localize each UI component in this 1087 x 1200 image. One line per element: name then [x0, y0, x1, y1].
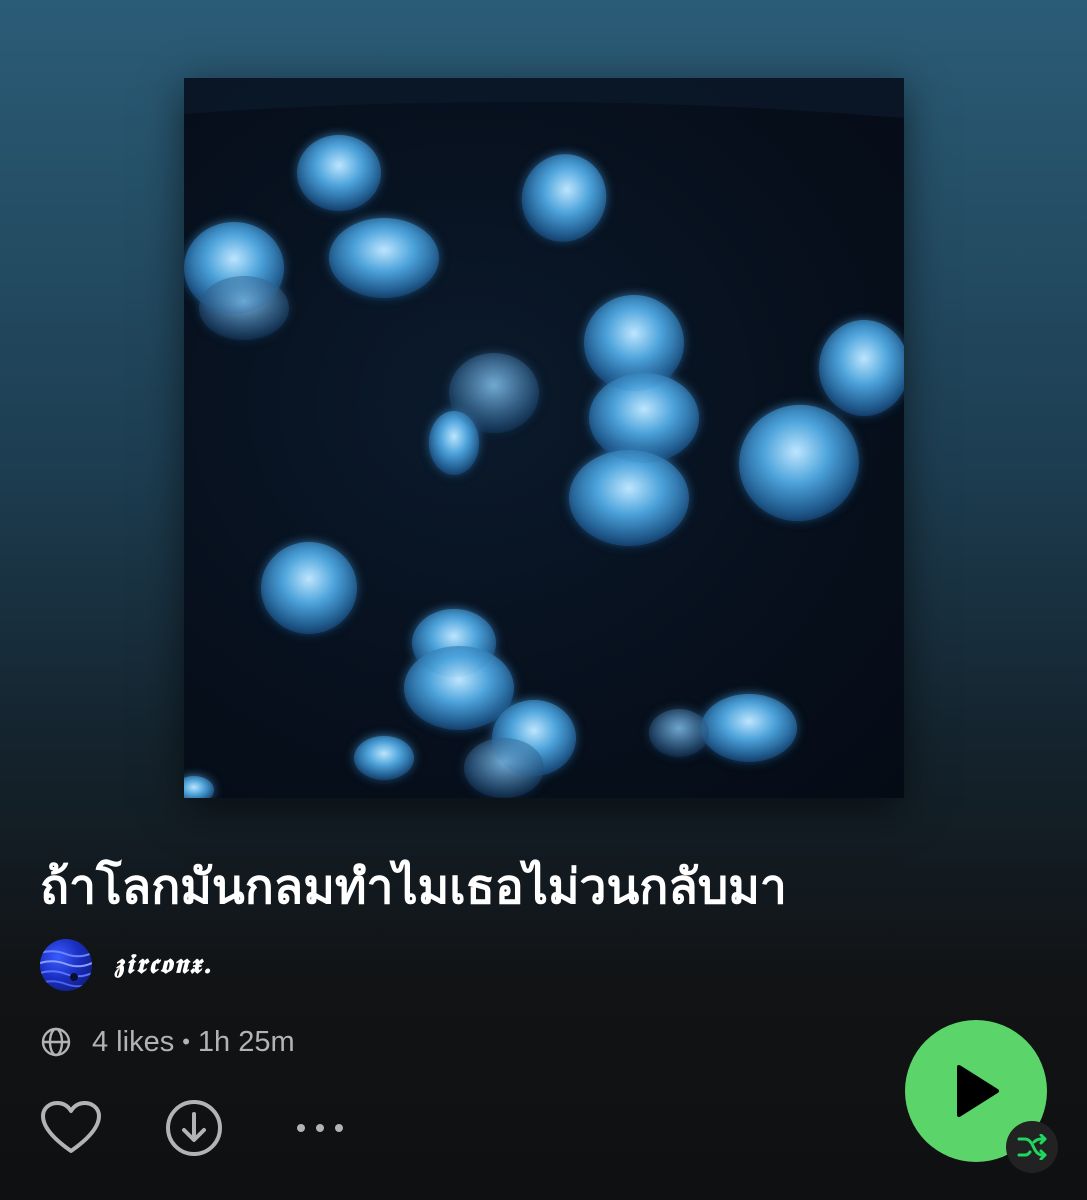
more-horizontal-icon [297, 1124, 343, 1132]
playlist-title: ถ้าโลกมันกลมทำไมเธอไม่วนกลับมา [40, 859, 787, 915]
playlist-owner[interactable]: 𝖟𝖎𝖗𝖈𝖔𝖓𝖝. [40, 939, 214, 991]
action-bar [40, 1098, 348, 1158]
owner-avatar[interactable] [40, 939, 92, 991]
shuffle-button[interactable] [1006, 1121, 1058, 1173]
playlist-meta: 4 likes • 1h 25m [40, 1024, 295, 1060]
download-button[interactable] [164, 1098, 224, 1158]
play-icon [957, 1065, 999, 1117]
playlist-cover-image [184, 78, 904, 798]
meta-separator: • [182, 1029, 190, 1054]
likes-count: 4 likes [92, 1025, 175, 1058]
owner-name[interactable]: 𝖟𝖎𝖗𝖈𝖔𝖓𝖝. [114, 949, 214, 981]
heart-outline-icon [41, 1101, 101, 1153]
like-button[interactable] [40, 1098, 102, 1158]
jellyfish-illustration [184, 78, 904, 798]
download-circle-icon [166, 1100, 222, 1156]
globe-icon [41, 1027, 71, 1057]
avatar-image [40, 950, 92, 988]
playlist-duration: 1h 25m [197, 1025, 295, 1058]
shuffle-icon [1017, 1134, 1047, 1160]
more-options-button[interactable] [292, 1098, 348, 1158]
